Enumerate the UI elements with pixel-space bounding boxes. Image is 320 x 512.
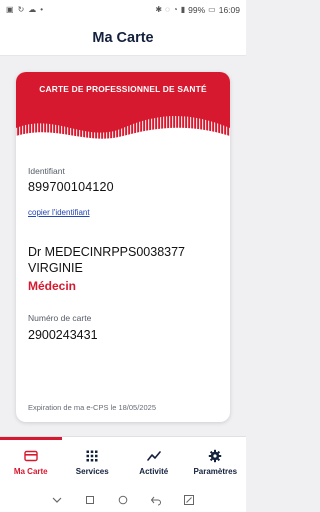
nav-item-activite[interactable]: Activité: [123, 437, 185, 488]
back-icon[interactable]: [150, 494, 162, 506]
nav-label-ma-carte: Ma Carte: [13, 467, 48, 476]
card-number-label: Numéro de carte: [28, 313, 92, 323]
chevron-down-icon[interactable]: [51, 494, 63, 506]
identifier-value: 899700104120: [28, 180, 114, 194]
image-notification-icon: ▣: [6, 5, 14, 14]
card-body: Identifiant 899700104120 copier l'identi…: [28, 166, 222, 342]
wifi-icon: ◔: [172, 5, 178, 14]
system-nav-bar: [0, 488, 246, 512]
nav-label-activite: Activité: [139, 467, 169, 476]
identifier-label: Identifiant: [28, 166, 65, 176]
card-band-title: CARTE DE PROFESSIONNEL DE SANTÉ: [39, 84, 207, 94]
activity-icon: [146, 451, 161, 461]
mute-icon: ◌: [165, 5, 170, 14]
card-icon: [24, 450, 38, 462]
page-title: Ma Carte: [92, 29, 154, 46]
battery-icon: ▭: [208, 5, 216, 14]
cloud-notification-icon: ☁: [28, 5, 37, 14]
main-content: CARTE DE PROFESSIONNEL DE SANTÉ Identifi…: [0, 56, 246, 436]
professional-card: CARTE DE PROFESSIONNEL DE SANTÉ Identifi…: [16, 72, 230, 422]
recent-apps-icon[interactable]: [84, 494, 96, 506]
expiry-text: Expiration de ma e-CPS le 18/05/2025: [28, 403, 156, 412]
status-notifications: ▣ ↻ ☁ •: [6, 6, 43, 14]
nav-item-services[interactable]: Services: [62, 437, 124, 488]
status-bar: ▣ ↻ ☁ • ✱ ◌ ◔ ▮ 99% ▭ 16:09: [0, 0, 246, 20]
card-header-band: CARTE DE PROFESSIONNEL DE SANTÉ: [16, 72, 230, 146]
nav-label-services: Services: [75, 467, 109, 476]
sync-notification-icon: ↻: [17, 5, 25, 14]
holder-name-line1: Dr MEDECINRPPS0038377: [28, 245, 186, 259]
nav-item-parametres[interactable]: Paramètres: [185, 437, 247, 488]
app-header: Ma Carte: [0, 20, 246, 56]
grid-icon: [86, 450, 98, 462]
copy-identifier-link[interactable]: copier l'identifiant: [28, 208, 90, 217]
expand-icon[interactable]: [183, 494, 195, 506]
gear-icon: [209, 449, 222, 463]
signal-icon: ▮: [180, 5, 186, 14]
clock: 16:09: [218, 5, 240, 15]
status-system: ✱ ◌ ◔ ▮ 99% ▭ 16:09: [155, 5, 240, 15]
nav-label-parametres: Paramètres: [193, 467, 238, 476]
card-number-value: 2900243431: [28, 328, 98, 342]
holder-name-block: Dr MEDECINRPPS0038377 VIRGINIE Médecin: [28, 244, 222, 293]
profession-label: Médecin: [28, 279, 77, 293]
wave-pattern-icon: [16, 116, 230, 146]
card-number-block: Numéro de carte 2900243431: [28, 313, 222, 342]
bluetooth-icon: ✱: [155, 5, 163, 14]
nav-item-ma-carte[interactable]: Ma Carte: [0, 437, 62, 488]
holder-name-line2: VIRGINIE: [28, 261, 83, 275]
home-icon[interactable]: [117, 494, 129, 506]
dot-notification-icon: •: [40, 5, 44, 14]
battery-percent: 99%: [188, 5, 206, 15]
bottom-nav: Ma Carte Services Activité Paramètres: [0, 436, 246, 488]
